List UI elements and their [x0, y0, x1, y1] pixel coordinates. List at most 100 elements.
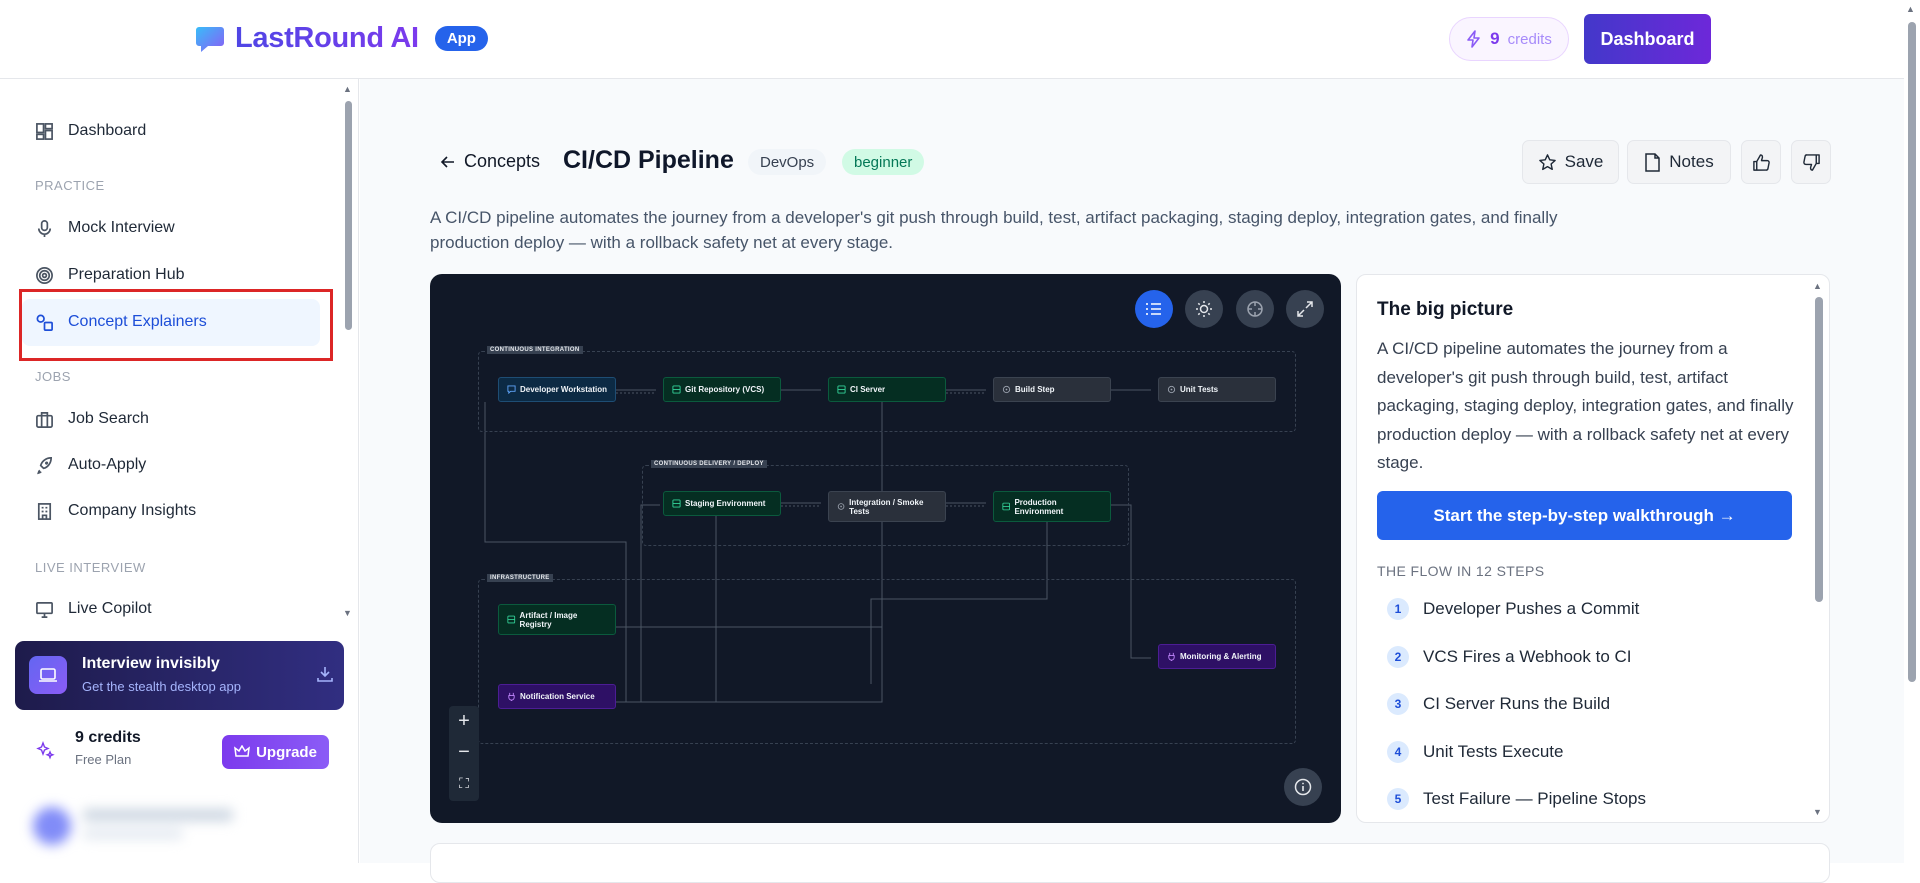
sidebar-item-mock-interview[interactable]: Mock Interview: [35, 213, 175, 243]
expand-icon: [1297, 301, 1313, 317]
start-walkthrough-button[interactable]: Start the step-by-step walkthrough →: [1377, 491, 1792, 540]
sidebar-item-dashboard[interactable]: Dashboard: [35, 116, 146, 146]
gear-icon: [837, 503, 845, 510]
step-number: 5: [1387, 788, 1409, 810]
focus-button[interactable]: [1236, 290, 1274, 328]
step-number: 2: [1387, 646, 1409, 668]
concept-description: A CI/CD pipeline automates the journey f…: [430, 208, 1558, 252]
fit-view-button[interactable]: ⛶: [449, 768, 479, 799]
highlight-annotation-box: [19, 289, 333, 361]
node-label: Unit Tests: [1180, 385, 1219, 394]
node-artifact-registry[interactable]: Artifact / Image Registry: [498, 604, 616, 635]
crown-icon: [234, 745, 251, 757]
server-icon: [1002, 502, 1011, 511]
next-section-card: [430, 843, 1830, 883]
upgrade-button[interactable]: Upgrade: [222, 735, 329, 769]
info-button[interactable]: [1284, 768, 1322, 806]
sidebar-item-label: Preparation Hub: [68, 266, 185, 283]
lightning-icon: [1467, 30, 1480, 48]
step-item[interactable]: 1 Developer Pushes a Commit: [1387, 598, 1639, 620]
database-icon: [507, 615, 516, 624]
laptop-icon: [29, 656, 67, 694]
step-item[interactable]: 5 Test Failure — Pipeline Stops: [1387, 788, 1646, 810]
group-label: INFRASTRUCTURE: [487, 574, 553, 582]
steps-heading: THE FLOW IN 12 STEPS: [1377, 563, 1545, 579]
panel-scrollbar-thumb[interactable]: [1815, 297, 1823, 602]
panel-scroll-down-icon[interactable]: ▼: [1813, 807, 1822, 817]
node-ci-server[interactable]: CI Server: [828, 377, 946, 402]
zoom-in-button[interactable]: +: [449, 706, 479, 737]
theme-toggle-button[interactable]: [1185, 290, 1223, 328]
briefcase-icon: [36, 411, 53, 428]
scroll-up-arrow-icon[interactable]: ▲: [343, 84, 352, 94]
sidebar: Dashboard PRACTICE Mock Interview Prepar…: [0, 79, 359, 863]
blurred-user-email: [83, 829, 183, 839]
node-staging-environment[interactable]: Staging Environment: [663, 491, 781, 516]
group-label: CONTINUOUS DELIVERY / DEPLOY: [651, 460, 767, 468]
download-icon[interactable]: [316, 665, 334, 683]
back-label: Concepts: [464, 151, 541, 171]
sidebar-item-preparation-hub[interactable]: Preparation Hub: [35, 260, 185, 290]
node-developer-workstation[interactable]: Developer Workstation: [498, 377, 616, 402]
credits-label: credits: [1507, 30, 1552, 48]
notes-label: Notes: [1669, 152, 1714, 171]
save-button[interactable]: Save: [1522, 140, 1619, 184]
list-icon: [1146, 303, 1161, 315]
pipeline-diagram-canvas[interactable]: CONTINUOUS INTEGRATION CONTINUOUS DELIVE…: [430, 274, 1341, 823]
node-label: Notification Service: [520, 692, 595, 701]
credits-pill[interactable]: 9 credits: [1449, 17, 1569, 61]
sidebar-item-label: Auto-Apply: [68, 456, 147, 473]
section-practice: PRACTICE: [35, 178, 105, 193]
scroll-down-arrow-icon[interactable]: ▼: [343, 608, 352, 618]
node-unit-tests[interactable]: Unit Tests: [1158, 377, 1276, 402]
zoom-out-button[interactable]: −: [449, 737, 479, 768]
page-scroll-up-icon[interactable]: ▲: [1906, 4, 1915, 14]
section-jobs: JOBS: [35, 369, 71, 384]
back-to-concepts-link[interactable]: Concepts: [440, 151, 540, 172]
brand-name: LastRound AI: [235, 22, 419, 54]
step-item[interactable]: 4 Unit Tests Execute: [1387, 741, 1563, 763]
thumbs-up-icon: [1752, 153, 1770, 171]
node-monitoring-alerting[interactable]: Monitoring & Alerting: [1158, 644, 1276, 669]
gear-icon: [1002, 385, 1011, 394]
fullscreen-button[interactable]: [1286, 290, 1324, 328]
sidebar-item-company-insights[interactable]: Company Insights: [35, 496, 196, 526]
notes-button[interactable]: Notes: [1627, 140, 1731, 184]
panel-title: The big picture: [1377, 299, 1514, 320]
sidebar-item-auto-apply[interactable]: Auto-Apply: [35, 450, 146, 480]
sidebar-item-live-copilot[interactable]: Live Copilot: [35, 594, 152, 624]
node-notification-service[interactable]: Notification Service: [498, 684, 616, 709]
page-title: CI/CD Pipeline: [563, 146, 734, 174]
sparkles-icon: [36, 741, 55, 760]
list-view-button[interactable]: [1135, 290, 1173, 328]
brand[interactable]: LastRound AI App: [195, 22, 488, 55]
section-live-interview: LIVE INTERVIEW: [35, 560, 146, 575]
thumbs-up-button[interactable]: [1741, 140, 1781, 184]
node-build-step[interactable]: Build Step: [993, 377, 1111, 402]
step-item[interactable]: 2 VCS Fires a Webhook to CI: [1387, 646, 1632, 668]
step-item[interactable]: 3 CI Server Runs the Build: [1387, 693, 1610, 715]
user-profile-blurred[interactable]: [15, 797, 344, 853]
rocket-icon: [37, 456, 53, 474]
desktop-app-title: Interview invisibly: [82, 655, 220, 672]
upgrade-label: Upgrade: [256, 743, 317, 761]
thumbs-down-button[interactable]: [1791, 140, 1831, 184]
star-icon: [1538, 153, 1556, 170]
node-label: CI Server: [850, 385, 886, 394]
chat-bubble-logo-icon: [196, 26, 224, 52]
node-production-environment[interactable]: Production Environment: [993, 491, 1111, 522]
target-icon: [36, 266, 53, 284]
dashboard-button[interactable]: Dashboard: [1584, 14, 1711, 64]
node-integration-tests[interactable]: Integration / Smoke Tests: [828, 491, 946, 522]
sidebar-item-job-search[interactable]: Job Search: [35, 404, 149, 434]
desktop-app-card[interactable]: Interview invisibly Get the stealth desk…: [15, 641, 344, 710]
node-label: Git Repository (VCS): [685, 385, 765, 394]
node-git-repository[interactable]: Git Repository (VCS): [663, 377, 781, 402]
sidebar-scrollbar-thumb[interactable]: [345, 101, 352, 330]
group-label: CONTINUOUS INTEGRATION: [487, 346, 583, 354]
step-label: Unit Tests Execute: [1423, 742, 1564, 761]
server-icon: [672, 499, 681, 508]
panel-scroll-up-icon[interactable]: ▲: [1813, 281, 1822, 291]
building-icon: [37, 502, 52, 520]
page-scrollbar-thumb[interactable]: [1908, 22, 1916, 682]
